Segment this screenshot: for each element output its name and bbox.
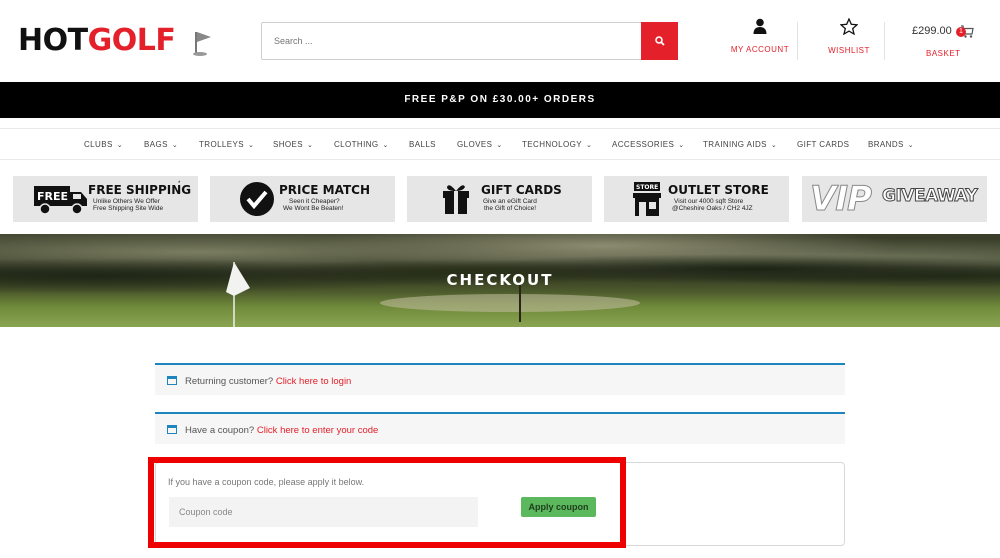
nav-item-balls[interactable]: BALLS	[409, 140, 436, 149]
gift-box-icon	[443, 185, 469, 214]
search-input[interactable]	[262, 23, 642, 59]
search-bar	[261, 22, 678, 60]
gift-cards-line-2: the Gift of Choice!	[484, 205, 537, 212]
storefront-icon: STORE	[633, 182, 661, 216]
login-link[interactable]: Click here to login	[276, 376, 352, 387]
nav-item-brands[interactable]: BRANDS ⌄	[868, 140, 914, 149]
nav-item-clubs[interactable]: CLUBS ⌄	[84, 140, 123, 149]
coupon-notice-text: Have a coupon? Click here to enter your …	[185, 425, 379, 436]
price-match-line-2: We Wont Be Beaten!	[283, 205, 344, 212]
vip-giveaway-banner[interactable]: VIP GIVEAWAY	[802, 176, 987, 222]
my-account-label: MY ACCOUNT	[730, 45, 790, 54]
returning-customer-text: Returning customer? Click here to login	[185, 376, 352, 387]
chevron-down-icon: ⌄	[116, 142, 123, 149]
site-logo[interactable]: HOTGOLF	[18, 23, 176, 58]
shipping-line-2: Free Shipping Site Wide	[93, 205, 164, 212]
nav-item-technology[interactable]: TECHNOLOGY ⌄	[522, 140, 592, 149]
coupon-notice: Have a coupon? Click here to enter your …	[155, 412, 845, 444]
outlet-store-title: OUTLET STORE	[668, 183, 769, 197]
logo-hot: HOT	[18, 23, 88, 58]
nav-item-gift-cards[interactable]: GIFT CARDS	[797, 140, 849, 149]
chevron-down-icon: ⌄	[248, 142, 255, 149]
coupon-highlight-box	[148, 457, 626, 548]
vip-logo-text: VIP	[810, 179, 873, 220]
price-match-banner[interactable]: PRICE MATCH Seen it Cheaper? We Wont Be …	[210, 176, 395, 222]
nav-item-bags[interactable]: BAGS ⌄	[144, 140, 178, 149]
gift-cards-title: GIFT CARDS	[481, 183, 562, 197]
chevron-down-icon: ⌄	[171, 142, 179, 149]
nav-item-shoes[interactable]: SHOES ⌄	[273, 140, 313, 149]
van-free-text: FREE	[37, 190, 68, 203]
search-icon	[654, 36, 665, 46]
calendar-icon	[167, 376, 177, 385]
chevron-down-icon: ⌄	[496, 142, 503, 149]
asterisk-mark: *	[178, 181, 181, 187]
nav-item-clothing[interactable]: CLOTHING ⌄	[334, 140, 389, 149]
header-divider	[797, 22, 798, 60]
enter-coupon-link[interactable]: Click here to enter your code	[257, 425, 378, 436]
price-match-title: PRICE MATCH	[279, 183, 371, 197]
basket-label: BASKET	[926, 49, 961, 58]
golf-flag-icon	[193, 32, 211, 56]
basket-count-badge: 1	[956, 27, 966, 37]
hole-flag-icon	[226, 262, 250, 327]
returning-customer-notice: Returning customer? Click here to login	[155, 363, 845, 395]
checkmark-circle-icon	[240, 182, 274, 216]
gift-cards-banner[interactable]: GIFT CARDS Give an eGift Card the Gift o…	[407, 176, 592, 222]
free-shipping-banner[interactable]: FREE FREE SHIPPING * Unlike Others We Of…	[13, 176, 198, 222]
chevron-down-icon: ⌄	[586, 142, 593, 149]
wishlist-label: WISHLIST	[828, 46, 870, 55]
nav-item-trolleys[interactable]: TROLLEYS ⌄	[199, 140, 254, 149]
outlet-line-2: @Cheshire Oaks / CH2 4JZ	[672, 205, 753, 212]
nav-item-training-aids[interactable]: TRAINING AIDS ⌄	[703, 140, 777, 149]
promo-bar: FREE P&P ON £30.00+ ORDERS	[0, 82, 1000, 118]
calendar-icon	[167, 425, 177, 434]
my-account-link[interactable]: MY ACCOUNT	[725, 18, 795, 54]
chevron-down-icon: ⌄	[770, 142, 778, 149]
giveaway-logo-text: GIVEAWAY	[881, 186, 978, 207]
chevron-down-icon: ⌄	[382, 142, 389, 149]
delivery-van-icon: FREE	[34, 186, 87, 215]
wishlist-link[interactable]: WISHLIST	[814, 17, 884, 55]
site-header: HOTGOLF MY ACCOUNT WISHLIST £299.00	[0, 0, 1000, 82]
nav-item-accessories[interactable]: ACCESSORIES ⌄	[612, 140, 684, 149]
shipping-title: FREE SHIPPING	[88, 183, 192, 197]
basket-amount: £299.00	[912, 25, 952, 37]
page-title: CHECKOUT	[446, 271, 554, 289]
store-sign-text: STORE	[636, 184, 658, 191]
search-button[interactable]	[641, 22, 678, 60]
chevron-down-icon: ⌄	[907, 142, 915, 149]
chevron-down-icon: ⌄	[307, 142, 314, 149]
main-nav: CLUBS ⌄ BAGS ⌄ TROLLEYS ⌄ SHOES ⌄ CLOTHING ⌄ …	[0, 128, 1000, 160]
user-icon	[753, 18, 767, 34]
star-icon	[839, 17, 859, 36]
logo-golf: GOLF	[87, 23, 176, 58]
header-divider	[884, 22, 885, 60]
chevron-down-icon: ⌄	[678, 142, 685, 149]
checkout-hero: CHECKOUT	[0, 234, 1000, 327]
outlet-store-banner[interactable]: STORE OUTLET STORE Visit our 4000 sqft S…	[604, 176, 789, 222]
nav-item-gloves[interactable]: GLOVES ⌄	[457, 140, 503, 149]
